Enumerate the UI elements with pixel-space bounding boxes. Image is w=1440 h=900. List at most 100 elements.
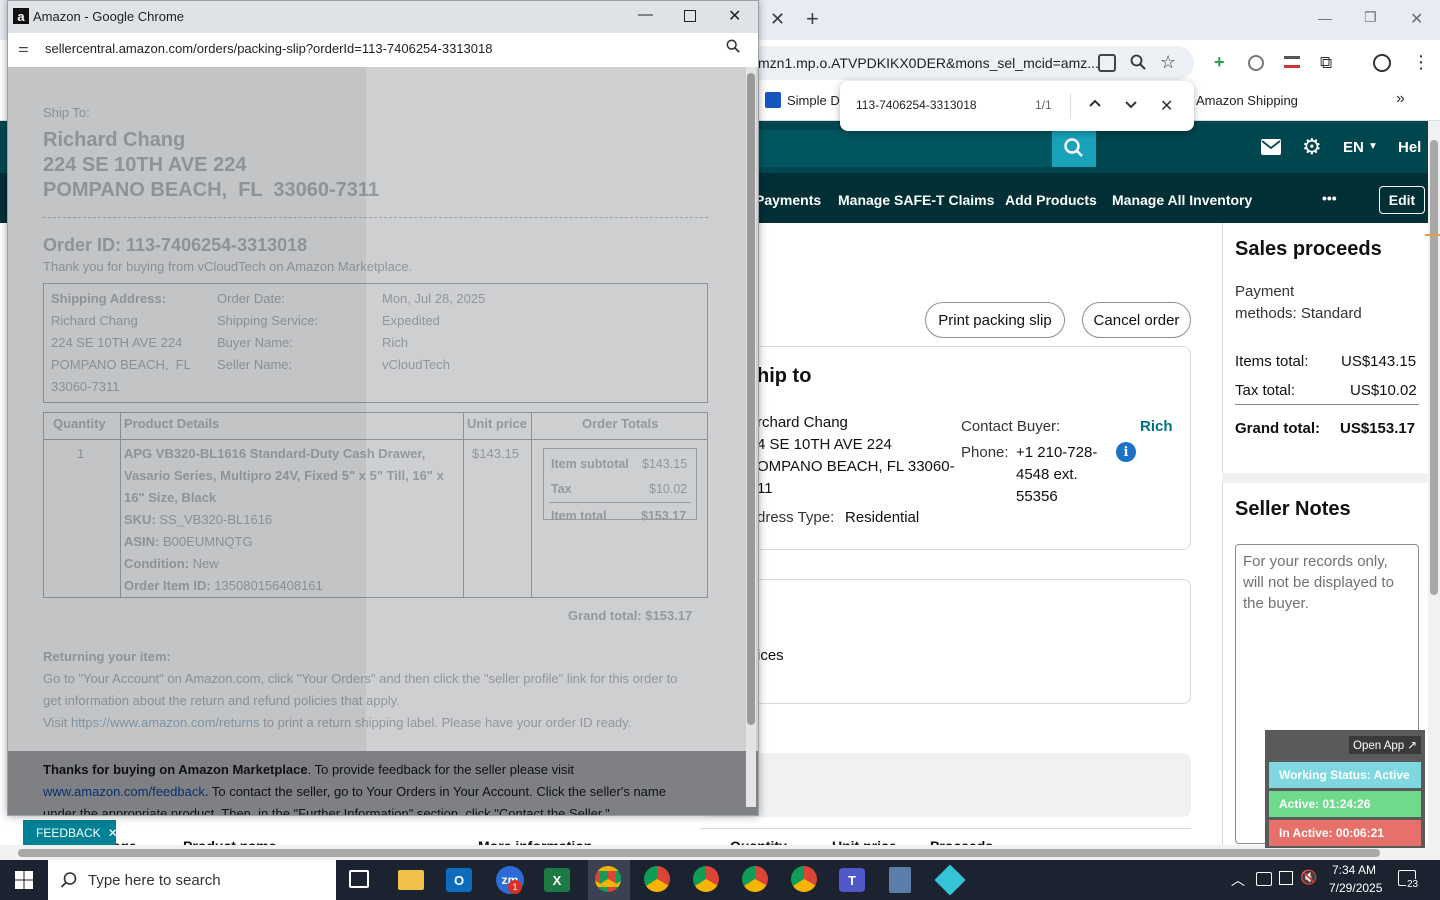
chrome-icon-5[interactable]: [791, 866, 817, 892]
menu-kebab-icon[interactable]: ⋮: [1412, 52, 1430, 73]
tray-chevron-up-icon[interactable]: ︿: [1231, 870, 1245, 890]
search-button[interactable]: [1052, 130, 1096, 167]
taskbar-search-box[interactable]: Type here to search: [48, 860, 336, 900]
chrome-icon-4[interactable]: [742, 866, 768, 892]
site-settings-icon[interactable]: ⚌: [18, 41, 29, 55]
order-info-card: [700, 579, 1191, 704]
active-time-bar: Active: 01:24:26: [1269, 791, 1421, 817]
info-icon[interactable]: i: [1116, 442, 1136, 462]
cancel-order-button[interactable]: Cancel order: [1082, 302, 1191, 338]
extension-icon[interactable]: [1284, 56, 1300, 68]
popup-close-icon[interactable]: ✕: [728, 6, 741, 26]
time-tracker-widget: Open App ↗ Working Status: Active Active…: [1265, 730, 1425, 848]
popup-maximize-icon[interactable]: [684, 10, 696, 22]
globe-icon[interactable]: [1248, 55, 1264, 71]
contact-buyer-link[interactable]: Rich: [1140, 418, 1173, 435]
zoom-badge: 1: [508, 880, 522, 894]
slip-thanks-bold: Thanks for buying on Amazon Marketplace: [43, 762, 308, 777]
nav-more-icon[interactable]: •••: [1322, 190, 1337, 206]
grand-total-value: US$153.17: [1340, 420, 1416, 437]
help-link[interactable]: Hel: [1398, 139, 1421, 156]
find-input[interactable]: 113-7406254-3313018: [856, 98, 977, 112]
excel-icon[interactable]: X: [544, 868, 570, 892]
card-text: ices: [757, 647, 784, 664]
find-divider: [1070, 93, 1071, 119]
teams-icon[interactable]: T: [839, 868, 865, 892]
ship-to-line-1: rchard Chang: [757, 414, 848, 431]
popup-zoom-icon[interactable]: [726, 39, 740, 53]
minimize-icon[interactable]: —: [1318, 10, 1332, 26]
slip-thanks-line: Thanks for buying on Amazon Marketplace.…: [43, 762, 574, 777]
bookmark-star-icon[interactable]: ☆: [1160, 52, 1176, 73]
popup-minimize-icon[interactable]: —: [638, 6, 653, 23]
popup-address-bar[interactable]: ⚌ sellercentral.amazon.com/orders/packin…: [8, 33, 758, 63]
profile-icon[interactable]: [1373, 54, 1391, 72]
find-close-icon[interactable]: ✕: [1160, 96, 1173, 116]
restore-icon[interactable]: ❐: [1364, 9, 1377, 26]
nav-edit-button[interactable]: Edit: [1379, 186, 1425, 214]
totals-divider: [1235, 404, 1419, 405]
feedback-tab[interactable]: FEEDBACK ✕: [23, 820, 118, 845]
tray-network-icon[interactable]: [1256, 872, 1272, 886]
bookmarks-overflow-icon[interactable]: »: [1396, 90, 1405, 108]
popup-dim-overlay-left: [8, 67, 366, 751]
tab-close-button[interactable]: ✕: [770, 9, 785, 30]
horizontal-scrollbar-thumb[interactable]: [18, 849, 1380, 857]
feedback-label: FEEDBACK: [36, 825, 101, 840]
feedback-close-icon[interactable]: ✕: [108, 826, 118, 840]
slip-feedback-link[interactable]: www.amazon.com/feedback: [43, 784, 205, 799]
slip-feedback-rest: . To contact the seller, go to Your Orde…: [204, 784, 666, 799]
print-packing-slip-button[interactable]: Print packing slip: [925, 302, 1065, 338]
ship-to-line-4: 11: [757, 480, 773, 497]
outlook-icon[interactable]: O: [446, 868, 472, 892]
nav-manage-all-inventory[interactable]: Manage All Inventory: [1112, 192, 1252, 208]
close-window-icon[interactable]: ✕: [1410, 9, 1423, 29]
bookmark-amazon-shipping[interactable]: Amazon Shipping: [1196, 93, 1298, 108]
nav-manage-safet-claims[interactable]: Manage SAFE-T Claims: [838, 192, 994, 208]
zoom-icon[interactable]: [1130, 54, 1146, 70]
new-tab-button[interactable]: +: [806, 6, 819, 32]
payment-methods-line-1: Payment: [1235, 283, 1295, 300]
puzzle-icon[interactable]: ⧉: [1320, 53, 1332, 73]
file-explorer-icon[interactable]: [398, 870, 424, 890]
taskbar-date[interactable]: 7/29/2025: [1329, 881, 1382, 895]
search-icon: [1064, 138, 1083, 157]
find-prev-icon[interactable]: [1088, 98, 1102, 108]
payment-methods-line-2: methods: Standard: [1235, 305, 1362, 322]
slip-thanks-rest: . To provide feedback for the seller ple…: [307, 762, 575, 777]
task-view-icon[interactable]: [349, 870, 369, 888]
settings-gear-icon[interactable]: ⚙: [1302, 134, 1322, 160]
slip-feedback-line: www.amazon.com/feedback. To contact the …: [43, 784, 666, 799]
phone-line-1: +1 210-728-: [1016, 444, 1098, 461]
tray-display-icon[interactable]: [1279, 871, 1293, 885]
vertical-scrollbar-thumb[interactable]: [1430, 140, 1438, 595]
popup-scrollbar-thumb[interactable]: [747, 73, 755, 725]
panel-gap: [1222, 473, 1428, 483]
address-type-label: dress Type:: [757, 509, 835, 526]
tray-volume-icon[interactable]: 🔇: [1300, 869, 1317, 886]
phone-line-3: 55356: [1016, 488, 1058, 505]
chrome-icon-1[interactable]: [595, 866, 621, 892]
amazon-favicon-icon: a: [13, 8, 29, 24]
nav-payments[interactable]: Payments: [755, 192, 821, 208]
seller-notes-heading: Seller Notes: [1235, 498, 1351, 520]
nav-add-products[interactable]: Add Products: [1005, 192, 1097, 208]
extension-plus-icon[interactable]: +: [1214, 52, 1225, 73]
chrome-icon-2[interactable]: [644, 866, 670, 892]
slip-last-line: under the appropriate product. Then, in …: [43, 806, 610, 815]
bookmark-simple[interactable]: Simple Da: [787, 93, 847, 108]
find-next-icon[interactable]: [1124, 100, 1138, 110]
windows-start-icon[interactable]: [15, 871, 33, 889]
language-selector[interactable]: EN: [1343, 139, 1364, 156]
page-find-icon[interactable]: [1098, 54, 1116, 72]
items-total-value: US$143.15: [1341, 353, 1417, 370]
taskbar-time[interactable]: 7:34 AM: [1332, 863, 1376, 877]
open-app-button[interactable]: Open App ↗: [1349, 736, 1421, 754]
seller-notes-placeholder-2: will not be displayed to: [1243, 574, 1394, 591]
calculator-icon[interactable]: [889, 867, 911, 893]
tax-total-label: Tax total:: [1235, 382, 1296, 399]
taskbar-search-placeholder: Type here to search: [88, 872, 221, 889]
mail-icon[interactable]: [1261, 139, 1281, 155]
packing-slip-popup-window: a Amazon - Google Chrome — ✕ ⚌ sellercen…: [7, 0, 759, 816]
chrome-icon-3[interactable]: [693, 866, 719, 892]
